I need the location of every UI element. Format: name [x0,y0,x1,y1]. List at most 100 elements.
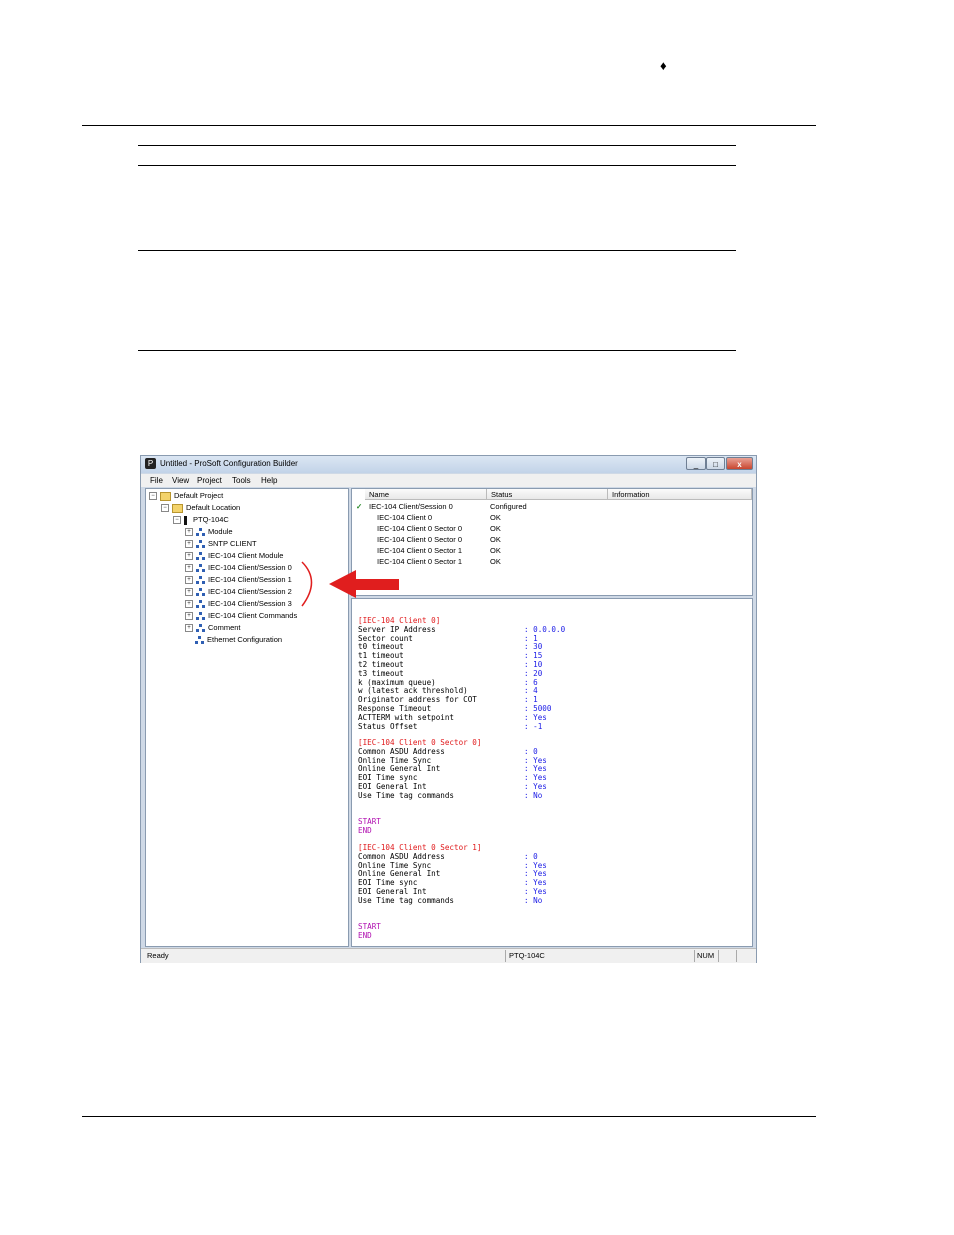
row-name: IEC-104 Client 0 Sector 0 [377,524,463,533]
section-header-client: [IEC-104 Client 0] [358,616,441,625]
menu-project[interactable]: Project [197,476,222,485]
param-key: EOI General Int [358,887,427,896]
tree-item-label: Default Location [186,503,241,512]
app-window: P Untitled - ProSoft Configuration Build… [140,455,757,963]
param-value: : 1 [524,695,538,705]
tree-item-client-module[interactable]: + IEC-104 Client Module [185,551,283,561]
title-bar: P Untitled - ProSoft Configuration Build… [141,456,756,473]
status-divider [736,950,737,962]
param-key: Originator address for COT [358,695,477,705]
config-view[interactable]: [IEC-104 Client 0] Server IP Address : 0… [351,598,753,947]
footer-rule [82,1116,816,1117]
param-key: EOI General Int [358,782,427,791]
status-divider [505,950,506,962]
menu-tools[interactable]: Tools [232,476,251,485]
table-rule-1 [138,145,736,146]
param-value: : Yes [524,712,547,722]
table-rule-2 [138,165,736,166]
tree-item-module[interactable]: + Module [185,527,233,537]
param-key: Use Time tag commands [358,790,455,800]
network-icon [196,564,205,573]
param-key: Status Offset [358,721,418,731]
row-status: OK [490,557,501,566]
row-status: OK [490,546,501,555]
tree-item-session-2[interactable]: + IEC-104 Client/Session 2 [185,587,292,597]
status-num: NUM [697,951,715,960]
end-keyword: END [358,825,372,835]
param-value: : 20 [524,668,543,678]
tree-item-default-location[interactable]: − Default Location [161,503,240,513]
param-value: : 4 [524,686,538,696]
list-row[interactable]: IEC-104 Client 0 Sector 1 OK [352,556,752,567]
expand-icon[interactable]: + [185,600,193,609]
param-key: ACTTERM with setpoint [358,712,455,722]
minimize-button[interactable]: _ [686,457,706,470]
status-divider [718,950,719,962]
expand-icon[interactable]: + [185,552,193,561]
device-icon [184,515,187,525]
tree-item-session-1[interactable]: + IEC-104 Client/Session 1 [185,575,292,585]
tree-item-label: IEC-104 Client Module [208,551,284,560]
tree-item-session-0[interactable]: + IEC-104 Client/Session 0 [185,563,292,573]
param-key: EOI Time sync [358,773,418,783]
tree-item-session-3[interactable]: + IEC-104 Client/Session 3 [185,599,292,609]
collapse-icon[interactable]: − [173,516,181,525]
param-value: : Yes [524,878,547,888]
expand-icon[interactable]: + [185,612,193,621]
expand-icon[interactable]: + [185,588,193,597]
menu-help[interactable]: Help [261,476,277,485]
collapse-icon[interactable]: − [161,504,169,513]
row-name: IEC-104 Client 0 Sector 0 [377,535,463,544]
param-value: : 15 [524,651,543,661]
annotation-overlay [301,561,399,607]
folder-icon [172,503,183,513]
param-value: : 6 [524,677,538,687]
page-marker: ♦ [660,58,667,73]
window-title: Untitled - ProSoft Configuration Builder [160,459,298,468]
tree-item-client-commands[interactable]: + IEC-104 Client Commands [185,611,297,621]
param-value: : Yes [524,773,547,783]
column-header-status[interactable]: Status [487,489,608,500]
column-header-name[interactable]: Name [365,489,487,500]
column-header-information[interactable]: Information [608,489,752,500]
list-row[interactable]: IEC-104 Client 0 Sector 1 OK [352,545,752,556]
param-key: t3 timeout [358,668,404,678]
list-row[interactable]: IEC-104 Client 0 Sector 0 OK [352,534,752,545]
list-row[interactable]: ✓ IEC-104 Client/Session 0 Configured [352,501,752,512]
expand-icon[interactable]: + [185,624,193,633]
tree-item-sntp-client[interactable]: + SNTP CLIENT [185,539,257,549]
menu-view[interactable]: View [172,476,189,485]
tree-item-comment[interactable]: + Comment [185,623,241,633]
start-keyword: START [358,922,381,931]
maximize-button[interactable]: □ [706,457,725,470]
network-icon [196,552,205,561]
param-key: Server IP Address [358,624,436,634]
list-row[interactable]: IEC-104 Client 0 OK [352,512,752,523]
param-value: : 0 [524,746,538,756]
tree-item-label: Default Project [174,491,224,500]
tree-item-ptq-104c[interactable]: − PTQ-104C [173,515,229,525]
param-value: : No [524,790,543,800]
expand-icon[interactable]: + [185,528,193,537]
tree-item-default-project[interactable]: − Default Project [149,491,223,501]
network-icon [196,528,205,537]
network-icon [196,624,205,633]
param-key: Online Time Sync [358,755,432,765]
param-key: Response Timeout [358,704,432,713]
collapse-icon[interactable]: − [149,492,157,501]
tree-item-label: IEC-104 Client/Session 2 [208,587,292,596]
network-icon [196,588,205,597]
param-key: k (maximum queue) [358,677,436,687]
tree-item-ethernet-configuration[interactable]: Ethernet Configuration [195,635,282,645]
param-key: t2 timeout [358,660,404,669]
expand-icon[interactable]: + [185,576,193,585]
list-row[interactable]: IEC-104 Client 0 Sector 0 OK [352,523,752,534]
tree-item-label: IEC-104 Client/Session 3 [208,599,292,608]
close-button[interactable]: x [726,457,753,470]
expand-icon[interactable]: + [185,540,193,549]
param-key: EOI Time sync [358,878,418,888]
expand-icon[interactable]: + [185,564,193,573]
menu-file[interactable]: File [150,476,163,485]
param-key: t0 timeout [358,642,404,652]
param-value: : Yes [524,782,547,791]
